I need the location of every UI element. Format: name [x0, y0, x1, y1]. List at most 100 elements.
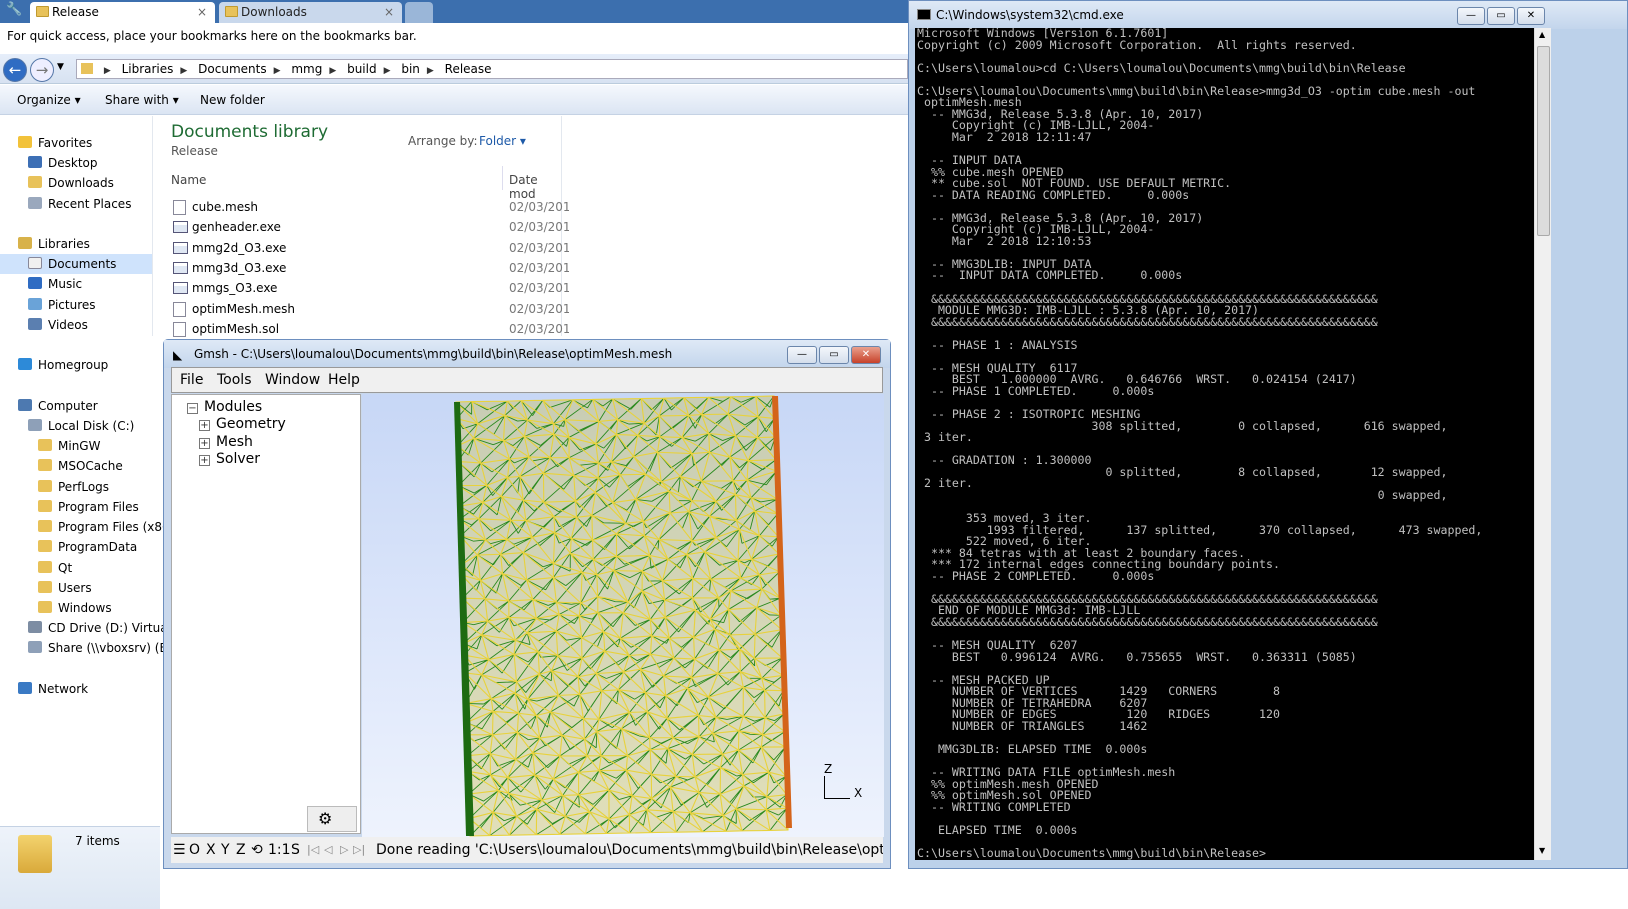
- console-output[interactable]: Microsoft Windows [Version 6.1.7601] Copy…: [915, 28, 1534, 860]
- tab-downloads[interactable]: Downloads ×: [219, 2, 402, 23]
- disk-icon: [28, 419, 42, 431]
- nav-item-windows[interactable]: Windows: [38, 598, 112, 618]
- chevron-down-icon[interactable]: ▼: [57, 62, 64, 72]
- file-row[interactable]: cube.mesh 02/03/2018: [173, 197, 569, 217]
- nav-item-cd-drive-d-virtual[interactable]: CD Drive (D:) Virtual: [28, 618, 171, 638]
- nav-item-qt[interactable]: Qt: [38, 558, 72, 578]
- window-title: Gmsh - C:\Users\loumalou\Documents\mmg\b…: [194, 347, 673, 361]
- nav-item-perflogs[interactable]: PerfLogs: [38, 477, 109, 497]
- nav-item-program-files-x86[interactable]: Program Files (x86: [38, 517, 170, 537]
- scroll-up-icon[interactable]: ▲: [1539, 30, 1545, 39]
- tree-node-mesh[interactable]: + Mesh: [199, 433, 253, 451]
- file-row[interactable]: optimMesh.sol 02/03/2018: [173, 319, 569, 339]
- close-icon[interactable]: ×: [384, 2, 394, 22]
- breadcrumb-item[interactable]: build: [347, 62, 377, 76]
- last-step-icon[interactable]: ▷|: [353, 837, 365, 863]
- share-with-button[interactable]: Share with ▾: [105, 93, 179, 107]
- scrollbar[interactable]: ▲ ▼: [1534, 28, 1551, 860]
- file-row[interactable]: mmg3d_O3.exe 02/03/2018: [173, 258, 569, 278]
- close-button[interactable]: ✕: [1517, 7, 1545, 25]
- nav-item-network[interactable]: Network: [18, 679, 88, 699]
- nav-item-computer[interactable]: Computer: [18, 396, 98, 416]
- nav-item-label: Libraries: [38, 237, 90, 251]
- library-subtitle: Release: [171, 144, 218, 158]
- prev-step-icon[interactable]: ◁: [324, 837, 332, 863]
- wrench-icon[interactable]: 🔧: [6, 2, 22, 17]
- next-step-icon[interactable]: ▷: [340, 837, 348, 863]
- menu-file[interactable]: File: [180, 372, 203, 388]
- nav-item-desktop[interactable]: Desktop: [28, 153, 98, 173]
- column-header-name[interactable]: Name: [171, 173, 206, 187]
- nav-item-local-disk-c[interactable]: Local Disk (C:): [28, 416, 134, 436]
- file-row[interactable]: mmgs_O3.exe 02/03/2018: [173, 278, 569, 298]
- scale-button[interactable]: 1:1: [268, 837, 291, 863]
- breadcrumb-item[interactable]: mmg: [291, 62, 322, 76]
- nav-item-mingw[interactable]: MinGW: [38, 436, 100, 456]
- nav-item-msocache[interactable]: MSOCache: [38, 456, 123, 476]
- breadcrumb-item[interactable]: Libraries: [122, 62, 174, 76]
- breadcrumb-item[interactable]: Release: [445, 62, 492, 76]
- breadcrumb-item[interactable]: Documents: [198, 62, 266, 76]
- new-folder-button[interactable]: New folder: [200, 93, 265, 107]
- first-step-icon[interactable]: |◁: [307, 837, 319, 863]
- expand-icon[interactable]: +: [199, 420, 210, 431]
- mesh-viewport[interactable]: Z X: [362, 394, 884, 837]
- tree-node-geometry[interactable]: + Geometry: [199, 415, 286, 433]
- file-row[interactable]: mmg2d_O3.exe 02/03/2018: [173, 238, 569, 258]
- maximize-button[interactable]: ▭: [1487, 7, 1515, 25]
- nav-item-programdata[interactable]: ProgramData: [38, 537, 137, 557]
- gear-icon[interactable]: ⚙: [307, 806, 357, 832]
- scroll-down-icon[interactable]: ▼: [1539, 846, 1545, 855]
- back-button[interactable]: ←: [3, 58, 27, 82]
- view-o-button[interactable]: O: [189, 837, 200, 863]
- forward-button[interactable]: →: [30, 58, 54, 82]
- snapshot-button[interactable]: S: [291, 837, 300, 863]
- minimize-button[interactable]: —: [787, 346, 817, 364]
- tree-node-modules[interactable]: − Modules: [187, 398, 262, 416]
- nav-item-label: Program Files (x86: [58, 520, 170, 534]
- menu-window[interactable]: Window: [265, 372, 320, 388]
- expand-icon[interactable]: +: [199, 438, 210, 449]
- column-divider[interactable]: [502, 166, 503, 190]
- menu-help[interactable]: Help: [328, 372, 360, 388]
- expand-icon[interactable]: +: [199, 455, 210, 466]
- nav-item-documents[interactable]: Documents: [0, 254, 152, 274]
- nav-item-users[interactable]: Users: [38, 578, 92, 598]
- new-tab-button[interactable]: [405, 2, 433, 23]
- breadcrumb[interactable]: ▶ Libraries ▶ Documents ▶ mmg ▶ build ▶ bin ▶…: [76, 59, 908, 79]
- arrange-dropdown[interactable]: Folder ▾: [479, 134, 526, 148]
- nav-item-videos[interactable]: Videos: [28, 315, 88, 335]
- nav-item-pictures[interactable]: Pictures: [28, 295, 96, 315]
- breadcrumb-item[interactable]: bin: [401, 62, 420, 76]
- view-z-button[interactable]: Z: [236, 837, 246, 863]
- menu-icon[interactable]: ☰: [173, 837, 186, 863]
- nav-item-favorites[interactable]: Favorites: [18, 133, 92, 153]
- minimize-button[interactable]: —: [1457, 7, 1485, 25]
- star-icon: [18, 136, 32, 148]
- file-row[interactable]: genheader.exe 02/03/2018: [173, 217, 569, 237]
- organize-button[interactable]: Organize ▾: [17, 93, 81, 107]
- rotate-icon[interactable]: ⟲: [251, 837, 263, 863]
- maximize-button[interactable]: ▭: [819, 346, 849, 364]
- nav-item-libraries[interactable]: Libraries: [18, 234, 90, 254]
- gmsh-title-bar[interactable]: Gmsh - C:\Users\loumalou\Documents\mmg\b…: [164, 340, 890, 368]
- close-button[interactable]: ✕: [851, 346, 881, 364]
- view-y-button[interactable]: Y: [221, 837, 230, 863]
- scrollbar-thumb[interactable]: [1537, 46, 1550, 236]
- collapse-icon[interactable]: −: [187, 403, 198, 414]
- file-name: mmg3d_O3.exe: [192, 260, 287, 275]
- nav-item-program-files[interactable]: Program Files: [38, 497, 139, 517]
- tree-node-solver[interactable]: + Solver: [199, 450, 260, 468]
- tab-release[interactable]: Release ×: [30, 2, 215, 23]
- nav-item-recent-places[interactable]: Recent Places: [28, 194, 131, 214]
- file-row[interactable]: optimMesh.mesh 02/03/2018: [173, 299, 569, 319]
- nav-item-downloads[interactable]: Downloads: [28, 173, 114, 193]
- nav-item-music[interactable]: Music: [28, 274, 82, 294]
- view-x-button[interactable]: X: [206, 837, 216, 863]
- status-message: Done reading 'C:\Users\loumalou\Document…: [376, 842, 883, 858]
- menu-tools[interactable]: Tools: [217, 372, 252, 388]
- close-icon[interactable]: ×: [197, 2, 207, 22]
- nav-item-homegroup[interactable]: Homegroup: [18, 355, 108, 375]
- nav-item-label: Network: [38, 682, 89, 696]
- nav-item-share-vboxsrv-e[interactable]: Share (\\vboxsrv) (E:: [28, 638, 171, 658]
